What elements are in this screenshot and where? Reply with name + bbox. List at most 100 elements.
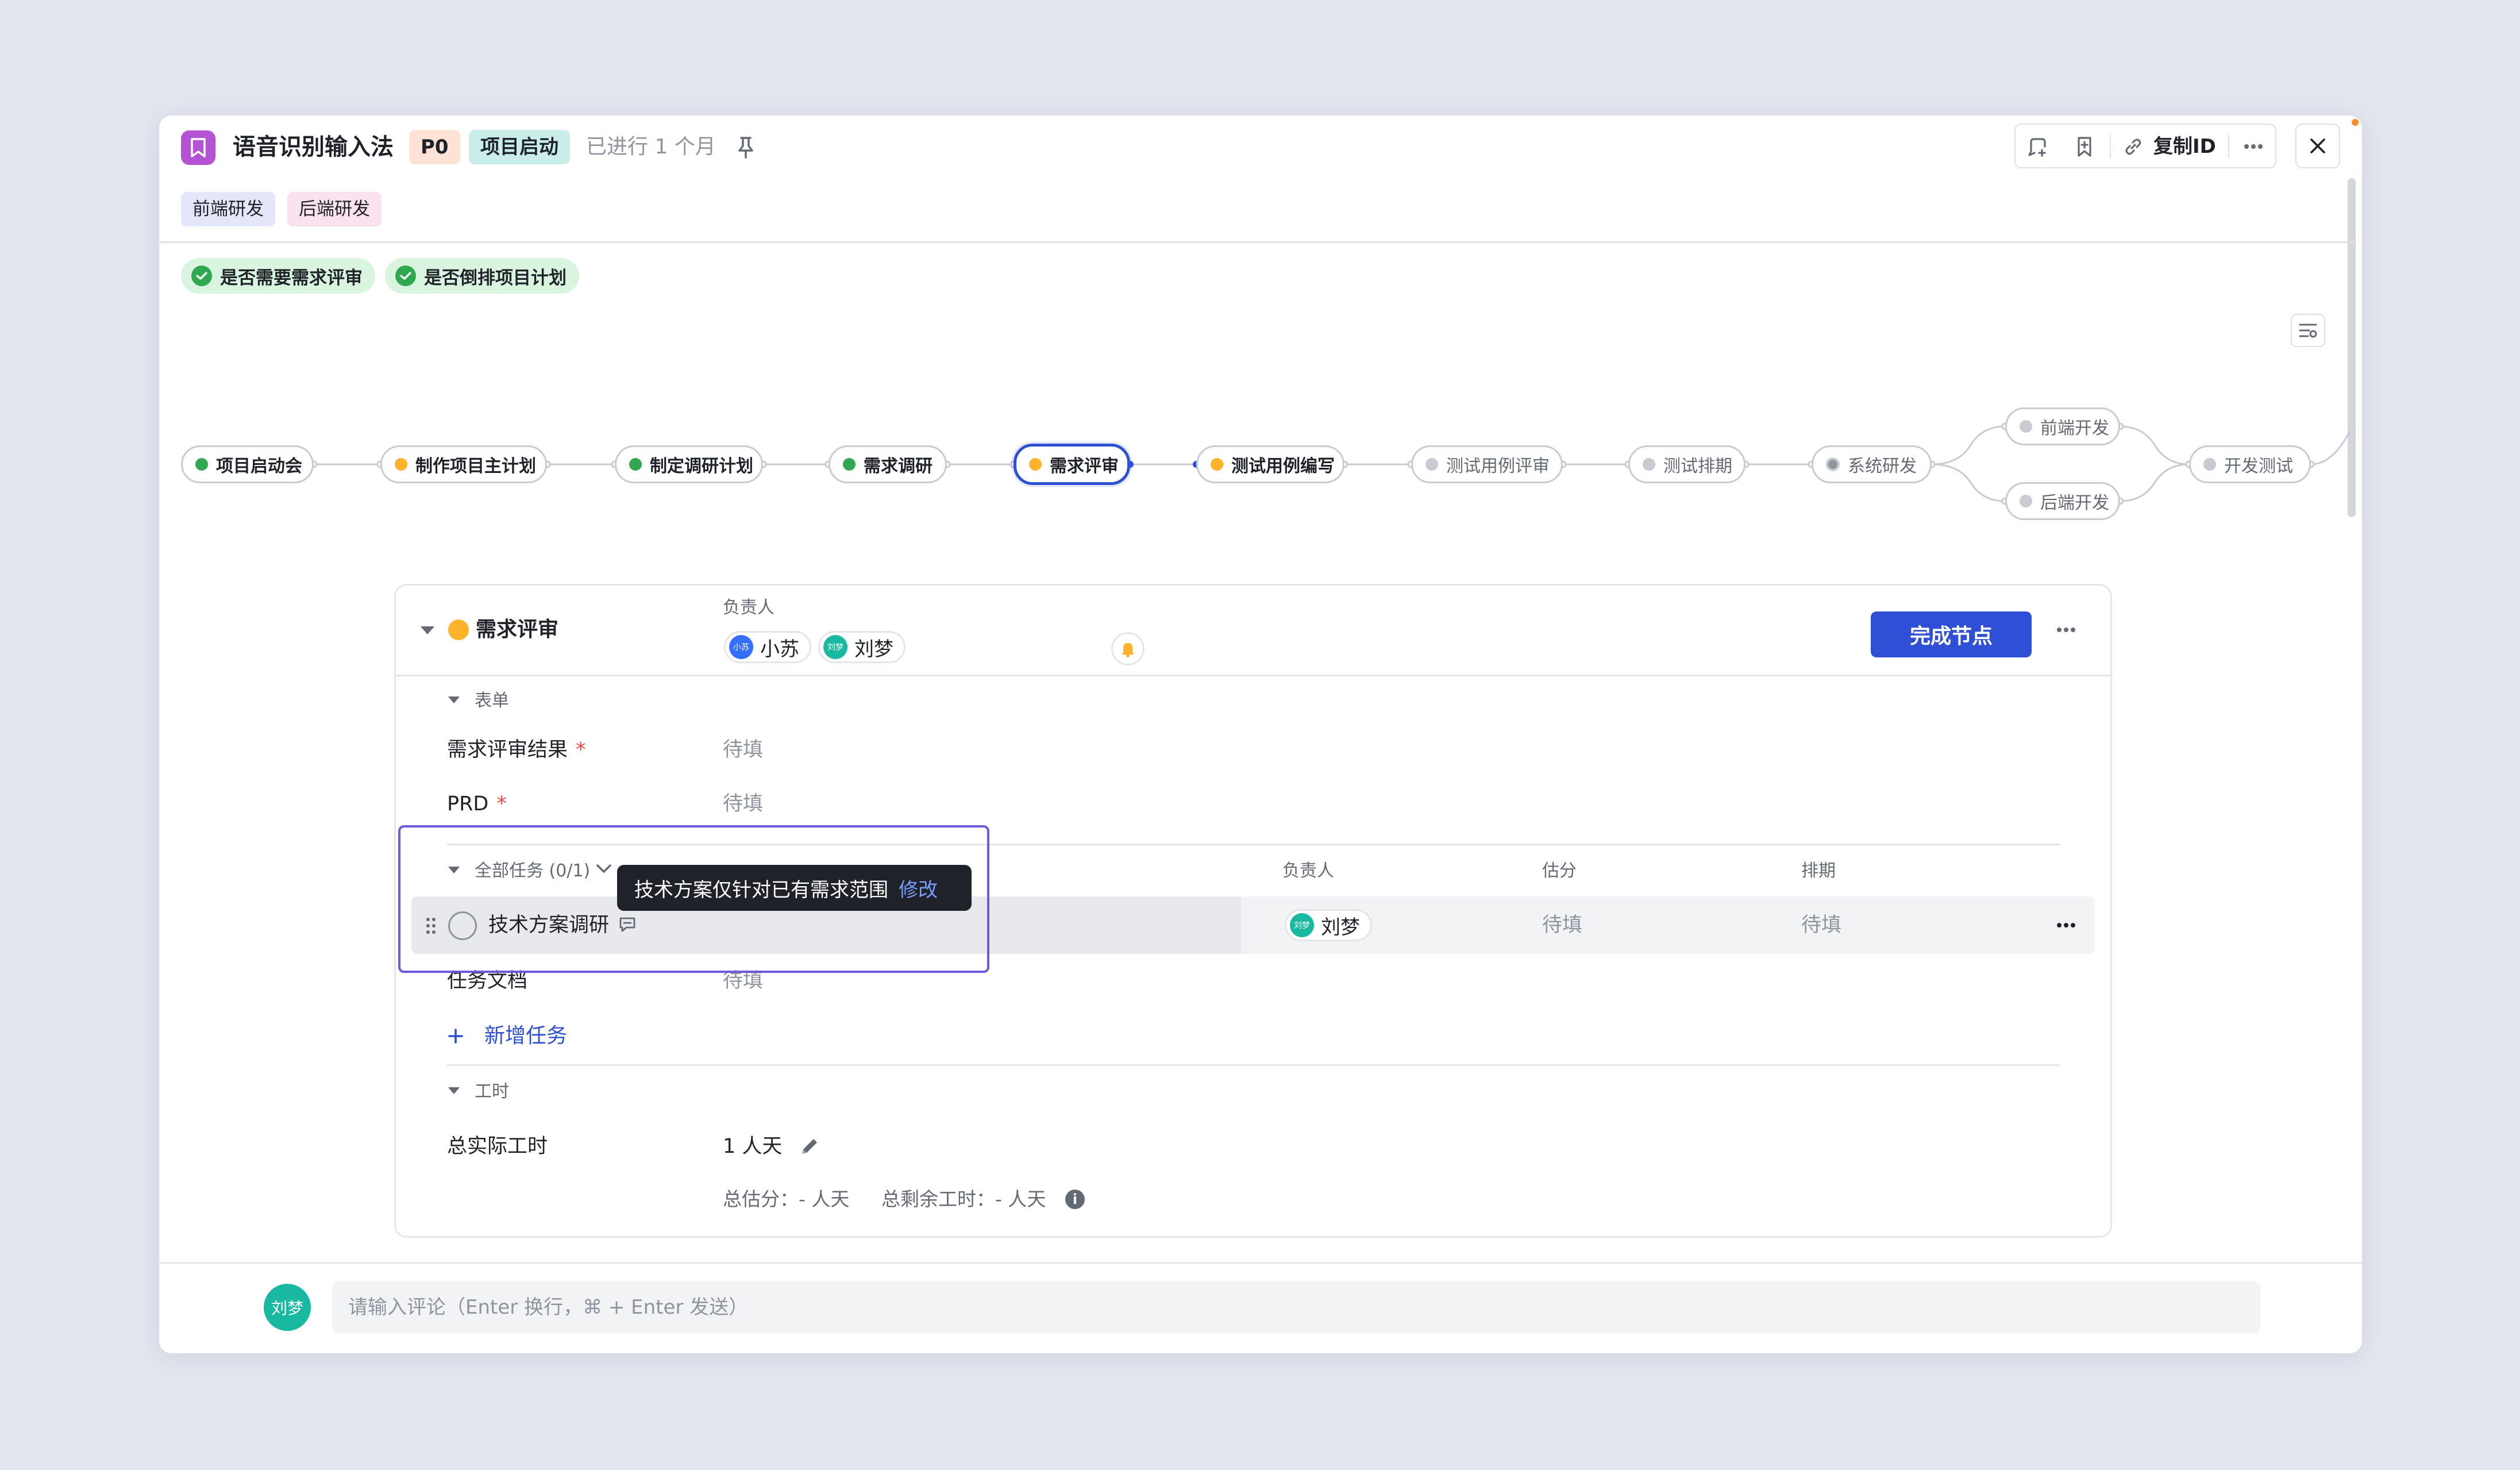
status-done-dot <box>629 458 642 471</box>
flow-node-test-case-review[interactable]: 测试用例评审 <box>1411 445 1563 483</box>
task-schedule[interactable]: 待填 <box>1801 911 1841 940</box>
task-estimate[interactable]: 待填 <box>1542 911 1582 940</box>
pin-icon[interactable] <box>734 133 757 161</box>
condition-chip-schedule[interactable]: 是否倒排项目计划 <box>385 258 579 294</box>
stage-tag[interactable]: 项目启动 <box>469 130 570 164</box>
bookmark-add-icon[interactable] <box>2068 130 2101 163</box>
condition-chip-review[interactable]: 是否需要需求评审 <box>181 258 375 294</box>
team-tag-backend[interactable]: 后端研发 <box>287 192 382 226</box>
status-todo-dot <box>2203 458 2216 471</box>
status-todo-dot <box>2020 420 2032 433</box>
owner-name: 刘梦 <box>854 637 893 661</box>
info-icon[interactable]: i <box>1065 1190 1085 1209</box>
flow-node-label: 需求调研 <box>864 456 933 476</box>
toolbar-separator <box>2110 135 2111 158</box>
total-remaining-summary: 总剩余工时：- 人天 <box>881 1188 1046 1210</box>
total-actual-hours-value: 1 人天 <box>723 1135 783 1158</box>
flow-node-backend-dev[interactable]: 后端开发 <box>2005 482 2120 520</box>
notification-dot <box>2352 119 2359 126</box>
flow-node-system-dev[interactable]: 系统研发 <box>1812 445 1932 483</box>
copy-id-button[interactable]: 复制ID <box>2153 130 2216 163</box>
owner-chip[interactable]: 刘梦 刘梦 <box>818 631 905 663</box>
link-icon[interactable] <box>2117 130 2149 163</box>
required-mark: * <box>576 738 586 761</box>
prd-value[interactable]: 待填 <box>723 790 763 818</box>
edit-pencil-icon[interactable] <box>799 1136 820 1157</box>
form-section-title: 表单 <box>475 691 509 711</box>
flow-node-dev-test[interactable]: 开发测试 <box>2189 445 2311 483</box>
owner-name: 刘梦 <box>1321 915 1360 939</box>
create-chat-icon[interactable] <box>2022 130 2054 163</box>
remind-button[interactable] <box>1111 632 1145 665</box>
avatar: 小苏 <box>729 635 753 659</box>
flow-node-frontend-dev[interactable]: 前端开发 <box>2005 407 2120 445</box>
collapse-caret-icon[interactable] <box>421 626 434 634</box>
task-more-icon[interactable] <box>2049 914 2083 937</box>
panel-divider <box>396 675 2110 676</box>
field-label: PRD <box>447 792 489 815</box>
flow-node-label: 制作项目主计划 <box>415 456 536 476</box>
review-result-value[interactable]: 待填 <box>723 736 763 764</box>
tooltip-text: 技术方案仅针对已有需求范围 <box>634 878 888 902</box>
form-field-prd: PRD * <box>447 790 507 818</box>
status-in-progress-dot <box>395 458 407 471</box>
flow-node-label: 前端开发 <box>2040 418 2109 438</box>
close-icon <box>2310 138 2325 153</box>
form-field-review-result: 需求评审结果 * <box>447 736 586 764</box>
owner-label: 负责人 <box>723 598 775 618</box>
filter-settings-icon <box>2299 324 2317 338</box>
comment-input[interactable] <box>332 1281 2260 1334</box>
flow-node-master-plan[interactable]: 制作项目主计划 <box>380 445 547 483</box>
status-in-progress-dot <box>1211 458 1223 471</box>
plus-icon[interactable] <box>447 1028 464 1045</box>
status-todo-dot <box>1643 458 1655 471</box>
check-circle-icon <box>191 265 212 286</box>
task-column-estimate: 估分 <box>1542 861 1577 881</box>
flow-node-label: 测试排期 <box>1663 456 1732 476</box>
flow-node-test-case-writing[interactable]: 测试用例编写 <box>1196 445 1344 483</box>
flow-node-label: 后端开发 <box>2040 493 2109 513</box>
section-divider <box>447 1064 2060 1066</box>
flow-node-label: 开发测试 <box>2224 456 2293 476</box>
condition-label: 是否倒排项目计划 <box>424 267 567 288</box>
status-in-progress-dot <box>1029 458 1042 471</box>
collapse-caret-icon[interactable] <box>448 696 460 703</box>
status-todo-dot <box>1425 458 1438 471</box>
task-owner-chip[interactable]: 刘梦 刘梦 <box>1285 909 1372 941</box>
flow-node-test-schedule[interactable]: 测试排期 <box>1628 445 1745 483</box>
task-column-schedule: 排期 <box>1801 861 1836 881</box>
flow-node-research[interactable]: 需求调研 <box>829 445 947 483</box>
team-tag-frontend[interactable]: 前端研发 <box>181 192 275 226</box>
check-circle-icon <box>395 265 416 286</box>
status-done-dot <box>195 458 208 471</box>
condition-label: 是否需要需求评审 <box>220 267 363 288</box>
more-options-icon[interactable] <box>2237 130 2269 163</box>
status-todo-dot <box>2020 495 2032 507</box>
field-label: 需求评审结果 <box>447 738 568 761</box>
toolbar-separator <box>2228 135 2229 158</box>
header-divider <box>159 241 2355 243</box>
flow-node-label: 系统研发 <box>1848 456 1917 476</box>
avatar: 刘梦 <box>264 1284 311 1331</box>
system-node-icon <box>1826 457 1840 471</box>
total-actual-hours-label: 总实际工时 <box>447 1135 548 1158</box>
add-task-button[interactable]: 新增任务 <box>484 1022 567 1050</box>
owner-chip[interactable]: 小苏 小苏 <box>724 631 811 663</box>
finish-node-button[interactable]: 完成节点 <box>1871 611 2032 657</box>
view-settings-button[interactable] <box>2291 314 2325 347</box>
flow-node-kickoff[interactable]: 项目启动会 <box>181 445 314 483</box>
bookmark-app-icon <box>181 130 215 165</box>
flow-node-label: 需求评审 <box>1050 456 1119 476</box>
required-mark: * <box>496 792 507 815</box>
node-panel-title: 需求评审 <box>476 618 559 641</box>
flow-node-research-plan[interactable]: 制定调研计划 <box>615 445 763 483</box>
owner-name: 小苏 <box>760 637 799 661</box>
elapsed-time: 已进行 1 个月 <box>586 135 716 159</box>
flow-node-requirement-review[interactable]: 需求评审 <box>1014 444 1130 485</box>
collapse-caret-icon[interactable] <box>448 1087 460 1094</box>
priority-tag[interactable]: P0 <box>409 130 460 164</box>
flow-node-label: 测试用例评审 <box>1446 456 1550 476</box>
panel-more-icon[interactable] <box>2049 618 2083 641</box>
close-button[interactable] <box>2295 124 2340 168</box>
tooltip-edit-link[interactable]: 修改 <box>899 874 938 902</box>
